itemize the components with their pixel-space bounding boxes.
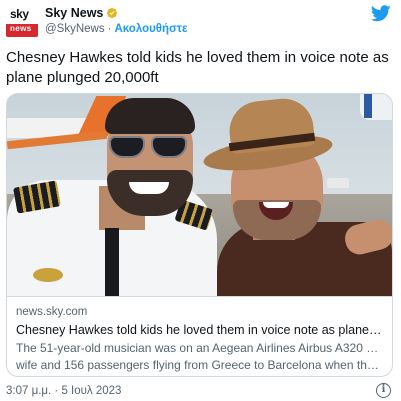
avatar[interactable]: sky news	[6, 5, 38, 37]
link-card[interactable]: news.sky.com Chesney Hawkes told kids he…	[6, 93, 393, 377]
tweet-text: Chesney Hawkes told kids he loved them i…	[6, 49, 389, 86]
image-pilot-tie	[105, 228, 119, 296]
card-image[interactable]	[7, 94, 392, 296]
card-description: The 51-year-old musician was on an Aegea…	[16, 340, 383, 374]
twitter-bird-icon[interactable]	[371, 5, 391, 22]
image-wings-badge	[33, 268, 63, 282]
info-icon[interactable]: i	[376, 383, 391, 398]
image-man-teeth	[263, 202, 289, 208]
tweet-embed: sky news Sky News @SkyNews · Ακολουθήστε…	[0, 0, 401, 401]
display-name[interactable]: Sky News	[45, 6, 103, 20]
card-description-line-2: wife and 156 passengers flying from Gree…	[16, 358, 383, 372]
image-lens-left	[109, 136, 145, 158]
verified-badge-icon	[107, 7, 118, 19]
display-name-row: Sky News	[45, 5, 118, 21]
handle-row: @SkyNews · Ακολουθήστε	[45, 22, 188, 36]
avatar-brand-bottom: news	[10, 24, 32, 33]
account-handle[interactable]: @SkyNews	[45, 23, 105, 35]
image-pilot-smile	[129, 182, 169, 194]
card-description-line-1: The 51-year-old musician was on an Aegea…	[16, 341, 383, 355]
image-vehicle	[327, 178, 349, 188]
image-lens-right	[151, 136, 187, 158]
follow-button[interactable]: Ακολουθήστε	[114, 23, 187, 35]
tweet-timestamp[interactable]: 3:07 μ.μ. · 5 Ιουλ 2023	[6, 384, 121, 398]
separator-dot: ·	[107, 23, 112, 35]
card-body[interactable]: news.sky.com Chesney Hawkes told kids he…	[7, 296, 392, 376]
image-pilot-sunglasses	[109, 136, 191, 160]
image-pilot-hair	[105, 98, 195, 134]
avatar-brand-top: sky	[10, 7, 29, 21]
image-plane-right-tail	[364, 94, 372, 118]
card-title: Chesney Hawkes told kids he loved them i…	[16, 323, 383, 337]
card-domain: news.sky.com	[16, 306, 88, 318]
